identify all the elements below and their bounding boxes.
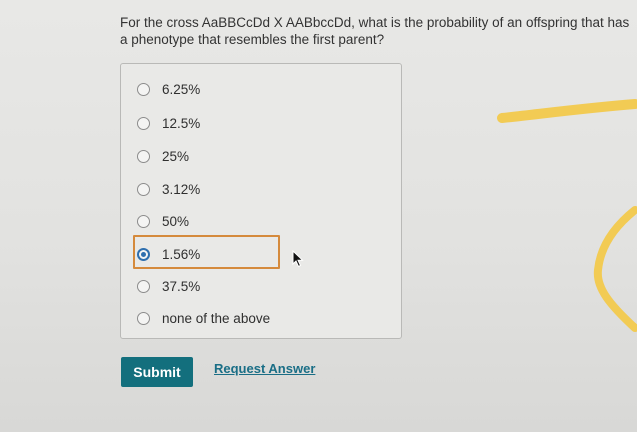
submit-button[interactable]: Submit: [121, 357, 193, 387]
option-6-25[interactable]: 6.25%: [137, 78, 200, 100]
option-label: none of the above: [162, 310, 271, 326]
option-none-of-the-above[interactable]: none of the above: [137, 307, 270, 329]
option-label: 50%: [162, 213, 190, 229]
option-1-56[interactable]: 1.56%: [137, 243, 200, 265]
option-37-5[interactable]: 37.5%: [137, 275, 200, 297]
radio-button-checked[interactable]: [137, 247, 150, 261]
answer-options-group: 6.25% 12.5% 25% 3.12% 50% 1.56% 37.5% no…: [120, 63, 402, 339]
question-text: For the cross AaBBCcDd X AABbccDd, what …: [120, 15, 630, 47]
request-answer-link[interactable]: Request Answer: [214, 361, 315, 376]
radio-button[interactable]: [137, 214, 150, 228]
highlighter-marks: [497, 99, 637, 332]
option-label: 12.5%: [162, 115, 201, 131]
radio-button[interactable]: [137, 311, 150, 325]
radio-button[interactable]: [137, 82, 150, 96]
mouse-pointer-icon: [292, 250, 304, 268]
option-50[interactable]: 50%: [137, 210, 189, 232]
option-3-12[interactable]: 3.12%: [137, 178, 200, 200]
option-25[interactable]: 25%: [137, 145, 189, 167]
option-label: 37.5%: [162, 278, 201, 294]
option-label: 3.12%: [162, 181, 201, 197]
option-12-5[interactable]: 12.5%: [137, 112, 200, 134]
radio-button[interactable]: [137, 279, 150, 293]
option-label: 1.56%: [162, 246, 201, 262]
radio-button[interactable]: [137, 182, 150, 196]
option-label: 6.25%: [162, 81, 201, 97]
radio-button[interactable]: [137, 149, 150, 163]
radio-button[interactable]: [137, 116, 150, 130]
option-label: 25%: [162, 148, 190, 164]
